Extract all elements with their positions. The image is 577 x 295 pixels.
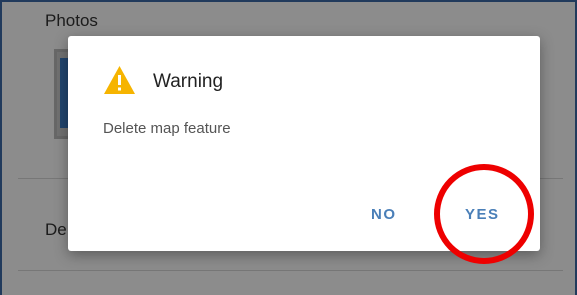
dialog-message: Delete map feature [103,120,231,137]
yes-button[interactable]: YES [465,206,500,223]
warning-triangle-icon [104,66,135,94]
warning-dialog: Warning Delete map feature NO YES [68,36,540,251]
no-button[interactable]: NO [371,206,397,223]
dialog-title: Warning [153,71,224,92]
